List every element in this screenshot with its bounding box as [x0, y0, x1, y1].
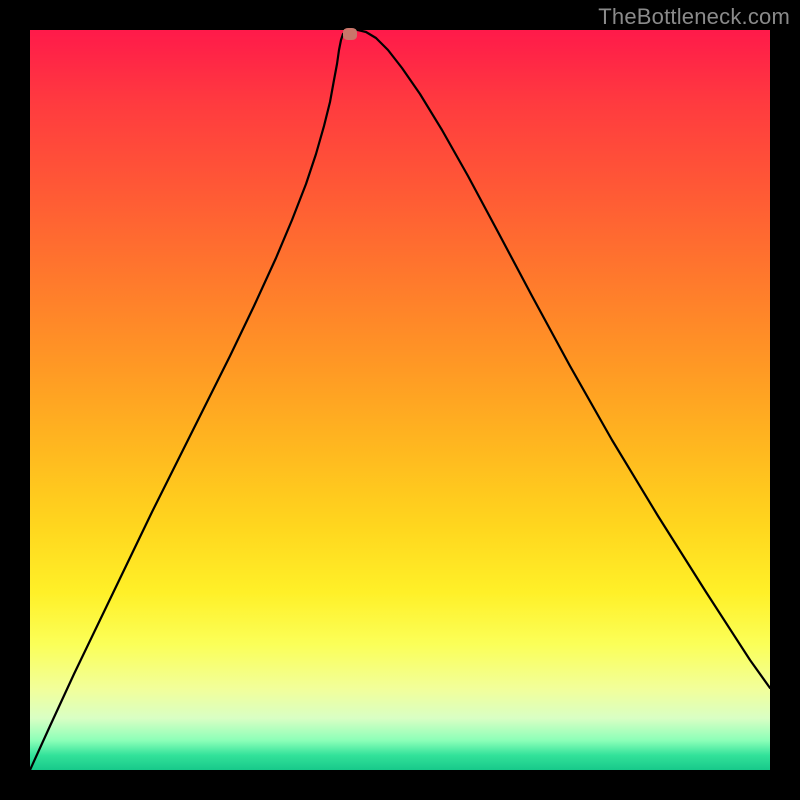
chart-plot-area — [30, 30, 770, 770]
bottleneck-curve — [30, 30, 770, 770]
chart-frame: TheBottleneck.com — [0, 0, 800, 800]
optimal-point-marker — [343, 28, 357, 40]
watermark-text: TheBottleneck.com — [598, 4, 790, 30]
